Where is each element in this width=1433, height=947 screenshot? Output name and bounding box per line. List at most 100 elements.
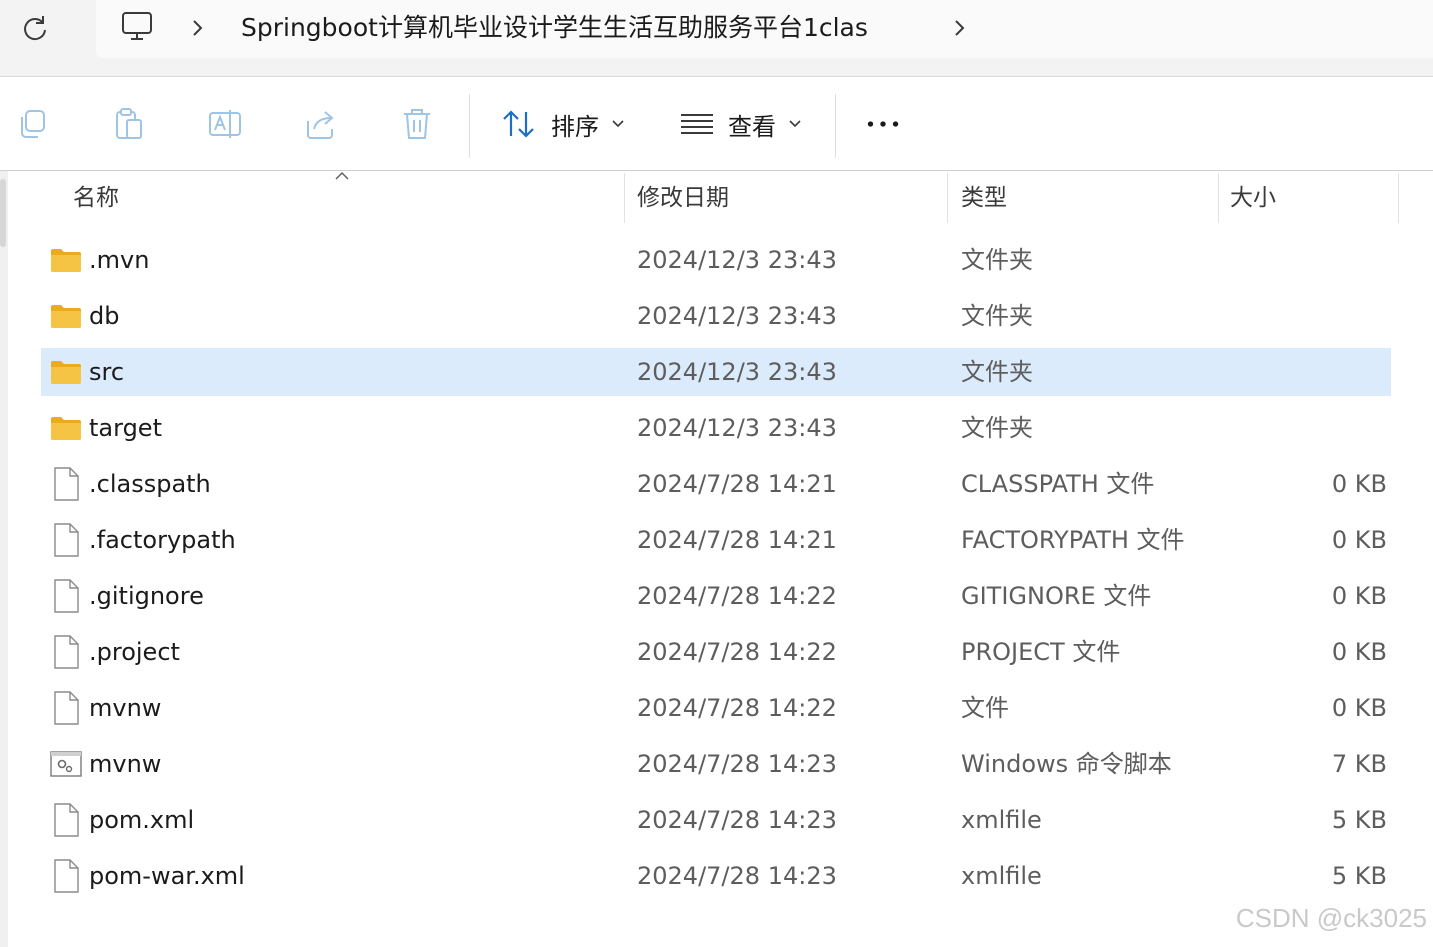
file-modified-date: 2024/12/3 23:43 xyxy=(637,302,837,330)
file-size: 0 KB xyxy=(1331,470,1387,498)
file-icon xyxy=(49,578,83,614)
file-type: 文件夹 xyxy=(961,358,1033,386)
file-size: 7 KB xyxy=(1331,750,1387,778)
file-name: .gitignore xyxy=(89,582,204,610)
file-icon xyxy=(49,690,83,726)
file-modified-date: 2024/7/28 14:22 xyxy=(637,582,837,610)
file-size: 5 KB xyxy=(1331,806,1387,834)
sort-button[interactable]: 排序 xyxy=(501,103,625,145)
file-type: FACTORYPATH 文件 xyxy=(961,526,1185,554)
file-name: db xyxy=(89,302,120,330)
file-modified-date: 2024/12/3 23:43 xyxy=(637,358,837,386)
file-type: 文件夹 xyxy=(961,302,1033,330)
column-header-name[interactable]: 名称 xyxy=(73,171,119,225)
folder-icon xyxy=(49,298,83,334)
view-label: 查看 xyxy=(728,112,776,141)
file-size: 0 KB xyxy=(1331,638,1387,666)
file-modified-date: 2024/7/28 14:23 xyxy=(637,750,837,778)
refresh-icon xyxy=(24,16,46,41)
folder-icon xyxy=(49,242,83,278)
file-type: CLASSPATH 文件 xyxy=(961,470,1155,498)
file-name: pom.xml xyxy=(89,806,195,834)
file-modified-date: 2024/7/28 14:21 xyxy=(637,526,837,554)
more-options-icon[interactable] xyxy=(866,107,900,141)
column-divider[interactable] xyxy=(947,173,948,223)
file-name: pom-war.xml xyxy=(89,862,245,890)
view-button[interactable]: 查看 xyxy=(680,103,802,145)
file-type: 文件 xyxy=(961,694,1009,722)
toolbar-divider xyxy=(469,94,470,158)
file-row[interactable]: target 2024/12/3 23:43 文件夹 xyxy=(41,404,1391,452)
refresh-button[interactable] xyxy=(17,10,53,46)
file-size: 0 KB xyxy=(1331,694,1387,722)
file-modified-date: 2024/12/3 23:43 xyxy=(637,414,837,442)
file-row[interactable]: pom-war.xml 2024/7/28 14:23 xmlfile 5 KB xyxy=(41,852,1391,900)
list-view-icon xyxy=(681,114,713,134)
delete-icon[interactable] xyxy=(400,107,434,141)
file-modified-date: 2024/7/28 14:22 xyxy=(637,638,837,666)
file-row[interactable]: .project 2024/7/28 14:22 PROJECT 文件 0 KB xyxy=(41,628,1391,676)
file-name: src xyxy=(89,358,125,386)
file-row[interactable]: mvnw 2024/7/28 14:23 Windows 命令脚本 7 KB xyxy=(41,740,1391,788)
folder-icon xyxy=(49,410,83,446)
sort-label: 排序 xyxy=(551,112,599,141)
file-size: 0 KB xyxy=(1331,526,1387,554)
script-icon xyxy=(49,746,83,782)
file-icon xyxy=(49,634,83,670)
file-type: Windows 命令脚本 xyxy=(961,750,1172,778)
file-type: GITIGNORE 文件 xyxy=(961,582,1152,610)
file-modified-date: 2024/7/28 14:23 xyxy=(637,806,837,834)
watermark-text: CSDN @ck3025 xyxy=(1235,903,1427,933)
this-pc-icon[interactable] xyxy=(120,10,154,44)
file-row[interactable]: mvnw 2024/7/28 14:22 文件 0 KB xyxy=(41,684,1391,732)
column-header-modified[interactable]: 修改日期 xyxy=(637,171,729,225)
file-name: .mvn xyxy=(89,246,150,274)
file-modified-date: 2024/7/28 14:23 xyxy=(637,862,837,890)
file-row[interactable]: .mvn 2024/12/3 23:43 文件夹 xyxy=(41,236,1391,284)
breadcrumb-current-folder[interactable]: Springboot计算机毕业设计学生生活互助服务平台1clas xyxy=(241,8,868,48)
file-row[interactable]: src 2024/12/3 23:43 文件夹 xyxy=(41,348,1391,396)
file-icon xyxy=(49,802,83,838)
folder-icon xyxy=(49,354,83,390)
chevron-right-icon[interactable] xyxy=(186,14,210,42)
column-header-size[interactable]: 大小 xyxy=(1230,171,1276,225)
file-list: 名称 修改日期 类型 大小 .mvn 2024/12/3 23:43 文件夹 db 20… xyxy=(0,171,1433,947)
navigation-pane-edge xyxy=(0,171,8,947)
file-size: 0 KB xyxy=(1331,582,1387,610)
file-modified-date: 2024/7/28 14:22 xyxy=(637,694,837,722)
sort-ascending-icon xyxy=(335,172,349,180)
file-type: PROJECT 文件 xyxy=(961,638,1121,666)
column-header-type[interactable]: 类型 xyxy=(961,171,1007,225)
file-row[interactable]: db 2024/12/3 23:43 文件夹 xyxy=(41,292,1391,340)
column-divider[interactable] xyxy=(1218,173,1219,223)
file-name: .project xyxy=(89,638,180,666)
file-name: mvnw xyxy=(89,750,162,778)
file-row[interactable]: .factorypath 2024/7/28 14:21 FACTORYPATH 文… xyxy=(41,516,1391,564)
file-icon xyxy=(49,858,83,894)
column-divider[interactable] xyxy=(1398,173,1399,223)
file-modified-date: 2024/7/28 14:21 xyxy=(637,470,837,498)
paste-icon[interactable] xyxy=(112,107,146,141)
chevron-right-icon[interactable] xyxy=(948,14,972,42)
file-name: mvnw xyxy=(89,694,162,722)
address-bar: Springboot计算机毕业设计学生生活互助服务平台1clas xyxy=(0,0,1433,77)
sort-icon xyxy=(503,110,534,138)
chevron-down-icon xyxy=(612,120,624,128)
chevron-down-icon xyxy=(789,120,801,128)
command-bar: 排序 查看 xyxy=(0,77,1433,171)
file-row[interactable]: .classpath 2024/7/28 14:21 CLASSPATH 文件 0 K… xyxy=(41,460,1391,508)
file-name: target xyxy=(89,414,162,442)
file-name: .factorypath xyxy=(89,526,236,554)
share-icon[interactable] xyxy=(304,107,338,141)
file-row[interactable]: .gitignore 2024/7/28 14:22 GITIGNORE 文件 0 K… xyxy=(41,572,1391,620)
column-divider[interactable] xyxy=(624,173,625,223)
rename-icon[interactable] xyxy=(208,107,242,141)
toolbar-divider xyxy=(835,94,836,158)
copy-icon[interactable] xyxy=(16,107,50,141)
file-type: 文件夹 xyxy=(961,414,1033,442)
file-row[interactable]: pom.xml 2024/7/28 14:23 xmlfile 5 KB xyxy=(41,796,1391,844)
file-icon xyxy=(49,522,83,558)
file-name: .classpath xyxy=(89,470,211,498)
scrollbar-thumb[interactable] xyxy=(0,179,6,247)
file-type: xmlfile xyxy=(961,862,1042,890)
